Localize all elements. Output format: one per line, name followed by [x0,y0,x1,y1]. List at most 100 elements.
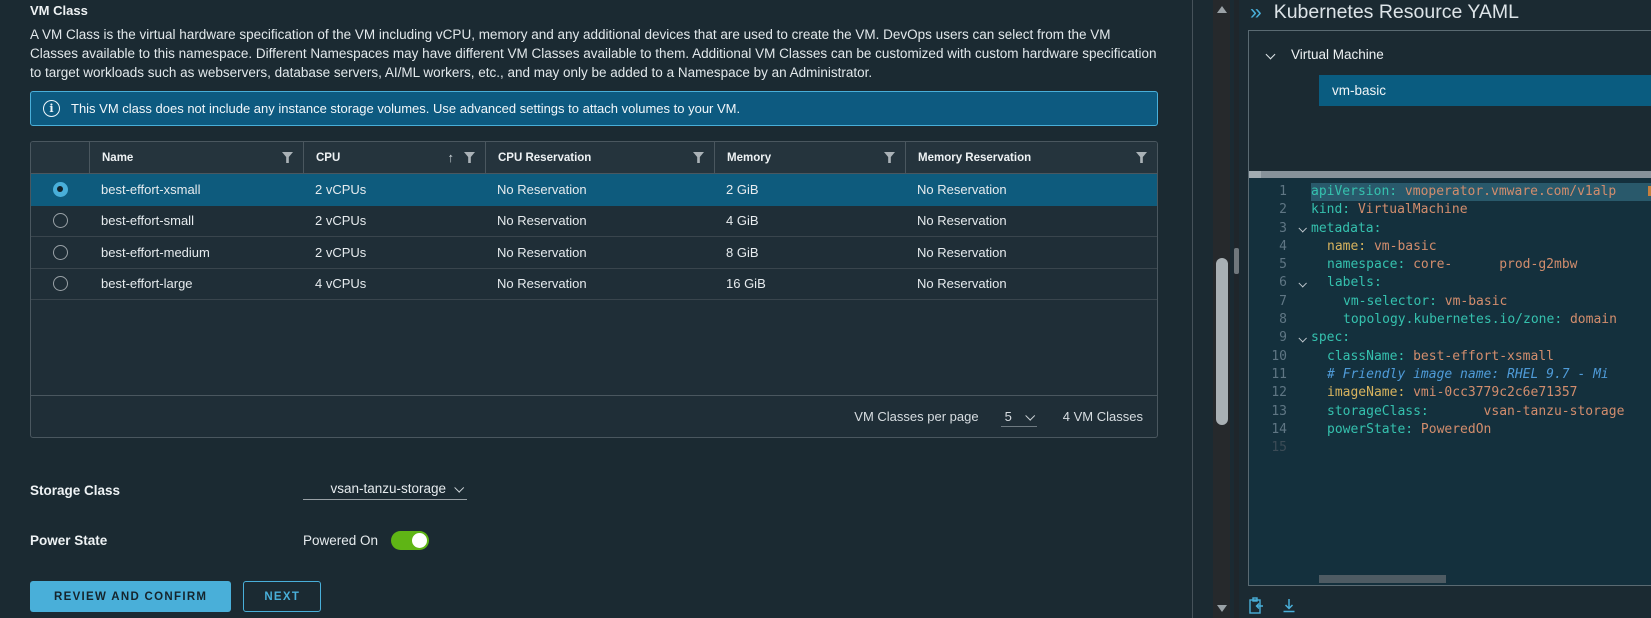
column-header-name[interactable]: Name [89,142,303,173]
table-footer: VM Classes per page 5 4 VM Classes [31,395,1157,437]
table-row[interactable]: best-effort-xsmall 2 vCPUs No Reservation 2… [31,174,1157,206]
cell-name: best-effort-xsmall [101,181,201,197]
line-number: 13 [1271,403,1287,419]
cell-memory: 4 GiB [726,213,759,229]
storage-class-select[interactable]: vsan-tanzu-storage [303,480,467,500]
cell-cpu-reservation: No Reservation [497,244,587,260]
code-content: namespace: core- prod-g2mbw [1327,257,1578,273]
radio-unselected[interactable] [52,244,68,260]
total-count-label: 4 VM Classes [1062,409,1143,424]
copy-yaml-button[interactable] [1248,597,1265,614]
code-content: name: vm-basic [1327,238,1437,254]
line-number: 9 [1279,330,1287,346]
divider-bar[interactable] [1249,171,1651,178]
column-header-memory[interactable]: Memory [714,142,905,173]
table-row[interactable]: best-effort-small 2 vCPUs No Reservation 4 … [31,206,1157,237]
cell-memory: 16 GiB [726,276,766,292]
code-content: className: best-effort-xsmall [1327,348,1554,364]
power-state-value: Powered On [303,533,379,548]
next-button[interactable]: NEXT [243,581,322,612]
yaml-code-editor[interactable]: 1 apiVersion: vmoperator.vmware.com/v1alp… [1249,178,1651,585]
chevron-down-icon [1025,410,1035,421]
filter-icon[interactable] [693,152,704,163]
power-state-label: Power State [30,533,108,548]
radio-unselected[interactable] [52,276,68,292]
code-content: # Friendly image name: RHEL 9.7 - Mi [1327,366,1609,382]
code-content: imageName: vmi-0cc3779c2c6e71357 [1327,385,1578,401]
yaml-card: Virtual Machine vm-basic 1 apiVersion: vm… [1248,30,1651,586]
code-line: 14 powerState: PoweredOn [1249,421,1651,439]
review-and-confirm-button[interactable]: REVIEW AND CONFIRM [30,581,232,612]
page-scrollbar[interactable] [1213,0,1230,618]
cell-memory: 8 GiB [726,244,759,260]
radio-column-header [31,142,89,173]
toggle-knob [412,533,428,548]
code-line: 7 vm-selector: vm-basic [1249,293,1651,311]
fold-chevron-icon[interactable] [1298,333,1307,343]
table-empty-space [31,300,1157,395]
filter-icon[interactable] [884,152,895,163]
tree-group-virtual-machine[interactable]: Virtual Machine [1265,47,1651,62]
radio-selected[interactable] [52,181,68,197]
cell-name: best-effort-medium [101,244,210,260]
vm-class-description: A VM Class is the virtual hardware speci… [30,27,1157,80]
code-content: spec: [1311,330,1351,346]
cell-cpu-reservation: No Reservation [497,276,587,292]
line-number: 5 [1279,257,1287,273]
vm-class-table: Name CPU ↑ CPU Reservation Memory Memory… [30,141,1158,438]
column-header-cpu[interactable]: CPU ↑ [303,142,485,173]
code-content: kind: VirtualMachine [1311,202,1468,218]
power-state-toggle[interactable] [391,531,430,550]
code-line: 9 spec: [1249,329,1651,347]
panel-scrollbar[interactable] [1234,0,1239,618]
scroll-down-icon[interactable] [1216,605,1227,612]
panel-header: » Kubernetes Resource YAML [1248,0,1651,30]
line-number: 15 [1271,440,1287,456]
column-header-memory-reservation[interactable]: Memory Reservation [905,142,1157,173]
line-number: 12 [1271,385,1287,401]
code-line: 13 storageClass: vsan-tanzu-storage [1249,403,1651,421]
sort-ascending-icon[interactable]: ↑ [448,150,455,165]
cell-cpu: 2 vCPUs [315,244,367,260]
cell-cpu: 4 vCPUs [315,276,367,292]
horizontal-scrollbar-thumb[interactable] [1319,575,1446,583]
table-row[interactable]: best-effort-large 4 vCPUs No Reservation 16… [31,269,1157,300]
scroll-up-icon[interactable] [1216,6,1227,13]
cell-name: best-effort-large [101,276,193,292]
code-content [1311,439,1651,457]
filter-icon[interactable] [282,152,293,163]
line-number: 6 [1279,275,1287,291]
line-number: 7 [1279,293,1287,309]
code-line: 5 namespace: core- prod-g2mbw [1249,256,1651,274]
collapse-panel-icon[interactable]: » [1250,2,1262,23]
table-row[interactable]: best-effort-medium 2 vCPUs No Reservation 8… [31,237,1157,269]
panel-title: Kubernetes Resource YAML [1273,1,1520,23]
fold-chevron-icon[interactable] [1298,278,1307,288]
code-content: vm-selector: vm-basic [1343,293,1508,309]
row-radio-cell [31,244,89,260]
filter-icon[interactable] [464,152,475,163]
storage-class-label: Storage Class [30,482,121,498]
copy-icon [1249,597,1263,614]
vm-class-config-pane: VM Class A VM Class is the virtual hardw… [0,0,1193,618]
filter-icon[interactable] [1136,152,1147,163]
download-yaml-button[interactable] [1281,597,1297,614]
line-number: 3 [1279,220,1287,236]
per-page-select[interactable]: 5 [1000,407,1037,427]
tree-item-vm-basic[interactable]: vm-basic [1319,75,1651,106]
download-icon [1283,599,1295,613]
storage-class-row: Storage Class vsan-tanzu-storage [30,480,1192,500]
chevron-down-icon [1265,49,1276,60]
column-header-cpu-reservation[interactable]: CPU Reservation [485,142,714,173]
fold-chevron-icon[interactable] [1298,223,1307,233]
panel-scrollbar-thumb[interactable] [1234,248,1239,274]
line-number: 2 [1279,202,1287,218]
kubernetes-yaml-panel: » Kubernetes Resource YAML Virtual Machi… [1248,0,1651,618]
radio-unselected[interactable] [52,213,68,229]
page-scrollbar-thumb[interactable] [1215,258,1228,425]
line-number: 8 [1279,312,1287,328]
row-radio-cell [31,276,89,292]
code-content: topology.kubernetes.io/zone: domain [1343,312,1617,328]
code-content: metadata: [1311,220,1382,236]
code-line: 11 # Friendly image name: RHEL 9.7 - Mi [1249,366,1651,384]
